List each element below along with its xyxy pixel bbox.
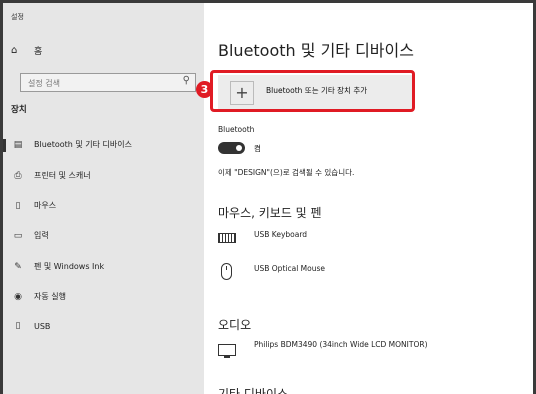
sidebar-item-label: 펜 및 Windows Ink	[34, 262, 105, 271]
mouse-icon: ▯	[15, 200, 21, 211]
sidebar-item-typing[interactable]: ▭ 입력	[11, 230, 49, 241]
app-title: 설정	[11, 13, 24, 21]
settings-window: 설정 ⌂ 홈 설정 검색 ⚲ 장치 ▤ Bluetooth 및 기타 디바이스 …	[0, 0, 536, 394]
keyboard-icon: ▭	[13, 230, 23, 241]
printer-icon: ⎙	[14, 170, 22, 181]
device-name: USB Optical Mouse	[254, 264, 325, 273]
sidebar-item-label: 입력	[34, 231, 49, 240]
sidebar-section-title: 장치	[11, 105, 27, 115]
pen-icon: ✎	[14, 261, 22, 272]
home-icon: ⌂	[11, 45, 18, 56]
bluetooth-devices-icon: ▤	[13, 139, 23, 150]
home-label: 홈	[34, 47, 43, 57]
bluetooth-label: Bluetooth	[218, 125, 255, 134]
keyboard-device-icon	[218, 233, 236, 243]
device-name: USB Keyboard	[254, 230, 308, 239]
mouse-section-title: 마우스, 키보드 및 펜	[218, 206, 322, 220]
sidebar-item-mouse[interactable]: ▯ 마우스	[11, 200, 57, 211]
home-link[interactable]: ⌂ 홈	[11, 44, 42, 57]
active-item-indicator	[3, 139, 6, 152]
sidebar-item-bluetooth[interactable]: ▤ Bluetooth 및 기타 디바이스	[11, 139, 132, 150]
toggle-knob	[236, 145, 242, 151]
mouse-device-icon	[221, 263, 232, 280]
sidebar-item-label: 마우스	[34, 201, 57, 210]
sidebar: 설정 ⌂ 홈 설정 검색 ⚲ 장치 ▤ Bluetooth 및 기타 디바이스 …	[3, 3, 204, 394]
sidebar-item-label: USB	[34, 321, 51, 331]
device-item[interactable]: Philips BDM3490 (34inch Wide LCD MONITOR…	[218, 339, 428, 360]
annotation-highlight-box	[210, 70, 415, 112]
bluetooth-toggle[interactable]	[218, 142, 245, 154]
sidebar-item-pen[interactable]: ✎ 펜 및 Windows Ink	[11, 261, 104, 272]
usb-icon: ▯	[15, 321, 21, 331]
other-section-title: 기타 디바이스	[218, 387, 289, 394]
sidebar-item-printers[interactable]: ⎙ 프린터 및 스캐너	[11, 170, 91, 181]
sidebar-item-label: 프린터 및 스캐너	[34, 171, 91, 180]
discoverable-text: 이제 "DESIGN"(으)로 검색될 수 있습니다.	[218, 168, 355, 177]
main-content: Bluetooth 및 기타 디바이스 + Bluetooth 또는 기타 장치…	[204, 3, 533, 394]
annotation-badge: 3	[196, 81, 213, 98]
search-input[interactable]: 설정 검색 ⚲	[20, 73, 196, 92]
autoplay-icon: ◉	[14, 291, 22, 302]
window-border-left	[0, 0, 3, 394]
window-border-top	[0, 0, 536, 3]
device-item[interactable]: USB Optical Mouse	[218, 263, 325, 284]
bluetooth-state: 켬	[254, 144, 261, 153]
device-name: Philips BDM3490 (34inch Wide LCD MONITOR…	[254, 340, 428, 349]
audio-section-title: 오디오	[218, 318, 252, 332]
device-item[interactable]: USB Keyboard	[218, 229, 307, 247]
sidebar-item-autoplay[interactable]: ◉ 자동 실행	[11, 291, 66, 302]
page-title: Bluetooth 및 기타 디바이스	[218, 41, 414, 60]
sidebar-item-label: Bluetooth 및 기타 디바이스	[34, 140, 132, 149]
sidebar-item-label: 자동 실행	[34, 292, 66, 301]
search-icon: ⚲	[182, 75, 190, 86]
search-placeholder: 설정 검색	[28, 79, 60, 88]
sidebar-item-usb[interactable]: ▯ USB	[11, 321, 51, 331]
monitor-device-icon	[218, 344, 236, 358]
